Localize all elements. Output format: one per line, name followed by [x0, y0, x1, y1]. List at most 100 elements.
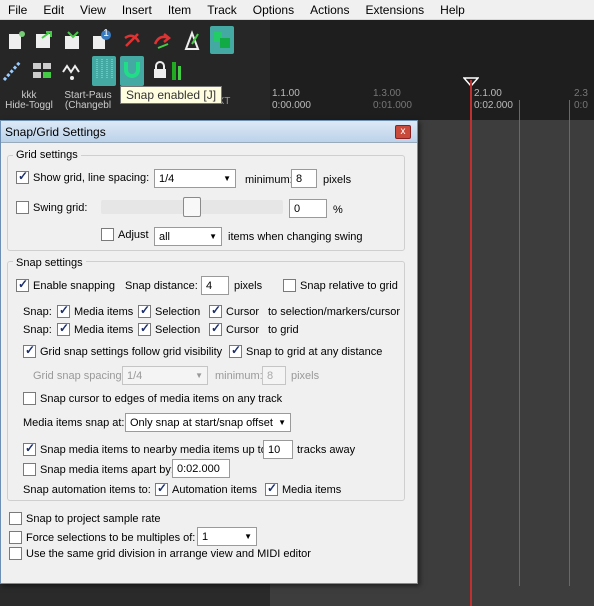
save-project-icon[interactable] — [60, 28, 84, 54]
dialog-titlebar[interactable]: Snap/Grid Settings x — [1, 121, 417, 143]
automation-media-checkbox[interactable] — [265, 481, 278, 496]
snap-tooltip: Snap enabled [J] — [120, 86, 223, 104]
follow-visibility-checkbox[interactable] — [23, 343, 36, 358]
swing-grid-row: Swing grid: — [16, 201, 87, 214]
snap-selection-checkbox[interactable] — [138, 303, 151, 318]
timeline-ruler[interactable]: 1.1.00 0:00.000 1.3.00 0:01.000 2.1.00 0… — [270, 20, 594, 120]
grid-minimum-input[interactable]: 8 — [291, 169, 317, 188]
menu-help[interactable]: Help — [432, 3, 473, 17]
close-icon[interactable]: x — [395, 125, 411, 139]
menu-extensions[interactable]: Extensions — [357, 3, 432, 17]
snap-distance-input[interactable]: 4 — [201, 276, 229, 295]
crossfade-icon[interactable] — [60, 58, 84, 84]
ruler-tick: 1.3.00 — [373, 88, 401, 99]
grid-icon[interactable] — [92, 56, 116, 86]
snap-magnet-icon[interactable] — [120, 56, 144, 86]
automation-label: Snap automation items to: — [23, 484, 151, 496]
menu-options[interactable]: Options — [245, 3, 302, 17]
nearby-label: Snap media items to nearby media items u… — [40, 443, 270, 456]
snap-row-label: Snap: — [23, 323, 52, 336]
multiples-select[interactable]: 1 ▼ — [197, 527, 257, 546]
any-distance-row: Snap to grid at any distance — [229, 343, 383, 358]
swing-slider-thumb[interactable] — [183, 197, 201, 217]
nearby-tracks-input[interactable]: 10 — [263, 440, 293, 459]
grid-minimum-label: minimum: — [245, 174, 293, 186]
multiples-value: 1 — [202, 530, 209, 543]
menu-bar: File Edit View Insert Item Track Options… — [0, 0, 594, 20]
cursor-edges-checkbox[interactable] — [23, 392, 36, 405]
snap-distance-label: Snap distance: — [125, 280, 198, 292]
enable-snapping-checkbox[interactable] — [16, 277, 29, 292]
snap-media-items-checkbox[interactable] — [57, 303, 70, 318]
envelope-points-icon[interactable] — [30, 58, 54, 84]
nearby-suffix: tracks away — [297, 444, 356, 456]
grid-media-items-label: Media items — [74, 323, 134, 336]
menu-file[interactable]: File — [0, 3, 35, 17]
snap-row-grid: Snap: Media items Selection Cursor to gr… — [23, 321, 299, 336]
snap-cursor-label: Cursor — [226, 305, 260, 318]
force-multiples-checkbox[interactable] — [9, 531, 22, 544]
menu-track[interactable]: Track — [199, 3, 245, 17]
apart-checkbox[interactable] — [23, 463, 36, 476]
adjust-select[interactable]: all ▼ — [154, 227, 222, 246]
redo-icon[interactable] — [150, 28, 174, 54]
apart-row: Snap media items apart by: — [23, 463, 174, 476]
grid-cursor-checkbox[interactable] — [209, 321, 222, 336]
open-project-icon[interactable] — [32, 28, 56, 54]
nearby-checkbox[interactable] — [23, 441, 36, 456]
spacing-pixels-label: pixels — [291, 370, 320, 382]
project-settings-icon[interactable]: 1 — [88, 28, 112, 54]
apart-value-input[interactable]: 0:02.000 — [172, 459, 230, 478]
any-distance-checkbox[interactable] — [229, 343, 242, 358]
cursor-edges-label: Snap cursor to edges of media items on a… — [40, 392, 283, 405]
swing-grid-checkbox[interactable] — [16, 201, 29, 214]
new-project-icon[interactable] — [4, 28, 28, 54]
same-grid-row: Use the same grid division in arrange vi… — [9, 547, 311, 560]
sample-rate-checkbox[interactable] — [9, 512, 22, 525]
ripple-edit-icon[interactable] — [210, 26, 234, 54]
snap-grid-dialog: Snap/Grid Settings x Grid settings Show … — [0, 120, 418, 584]
media-snap-at-value: Only snap at start/snap offset — [130, 416, 273, 429]
menu-edit[interactable]: Edit — [35, 3, 72, 17]
snap-relative-checkbox[interactable] — [283, 279, 296, 292]
menu-actions[interactable]: Actions — [302, 3, 357, 17]
undo-icon[interactable] — [120, 28, 144, 54]
adjust-suffix: items when changing swing — [228, 231, 363, 243]
chevron-down-icon: ▼ — [244, 532, 252, 541]
swing-value-input[interactable]: 0 — [289, 199, 327, 218]
adjust-checkbox[interactable] — [101, 228, 114, 241]
grid-media-items-checkbox[interactable] — [57, 321, 70, 336]
grid-snap-spacing-value: 1/4 — [127, 369, 143, 382]
chevron-down-icon: ▼ — [278, 418, 286, 427]
menu-insert[interactable]: Insert — [114, 3, 160, 17]
any-distance-label: Snap to grid at any distance — [246, 345, 383, 358]
main-toolbar: 1 kkk Hide-Toggl Start-Paus (Changebl XT — [0, 20, 270, 120]
snap-settings-title: Snap settings — [13, 257, 86, 269]
metronome-icon[interactable] — [180, 28, 204, 54]
media-snap-at-select[interactable]: Only snap at start/snap offset ▼ — [125, 413, 291, 432]
line-spacing-value: 1/4 — [159, 172, 175, 185]
grid-selection-checkbox[interactable] — [138, 321, 151, 336]
playhead-cursor — [470, 80, 472, 606]
snap-row-markers: Snap: Media items Selection Cursor to se… — [23, 303, 401, 318]
grid-cursor-label: Cursor — [226, 323, 260, 336]
swing-slider[interactable] — [101, 197, 283, 217]
line-spacing-select[interactable]: 1/4 ▼ — [154, 169, 236, 188]
auto-crossfade-icon[interactable] — [168, 58, 192, 84]
same-grid-checkbox[interactable] — [9, 547, 22, 560]
spacing-minimum-input[interactable]: 8 — [262, 366, 286, 385]
same-grid-label: Use the same grid division in arrange vi… — [26, 547, 311, 560]
menu-view[interactable]: View — [72, 3, 114, 17]
ruler-tick: 1.1.00 — [272, 88, 300, 99]
toolbar-label-changeable: (Changebl — [64, 100, 112, 111]
automation-items-checkbox[interactable] — [155, 481, 168, 496]
show-grid-checkbox[interactable] — [16, 169, 29, 184]
grouping-icon[interactable] — [0, 58, 24, 84]
snap-row1-suffix: to selection/markers/cursor — [268, 305, 401, 318]
menu-item[interactable]: Item — [160, 3, 199, 17]
automation-items-row: Automation items — [155, 481, 257, 496]
snap-cursor-checkbox[interactable] — [209, 303, 222, 318]
force-multiples-row: Force selections to be multiples of: — [9, 531, 195, 544]
grid-snap-spacing-select[interactable]: 1/4 ▼ — [122, 366, 208, 385]
swing-grid-label: Swing grid: — [33, 201, 88, 214]
